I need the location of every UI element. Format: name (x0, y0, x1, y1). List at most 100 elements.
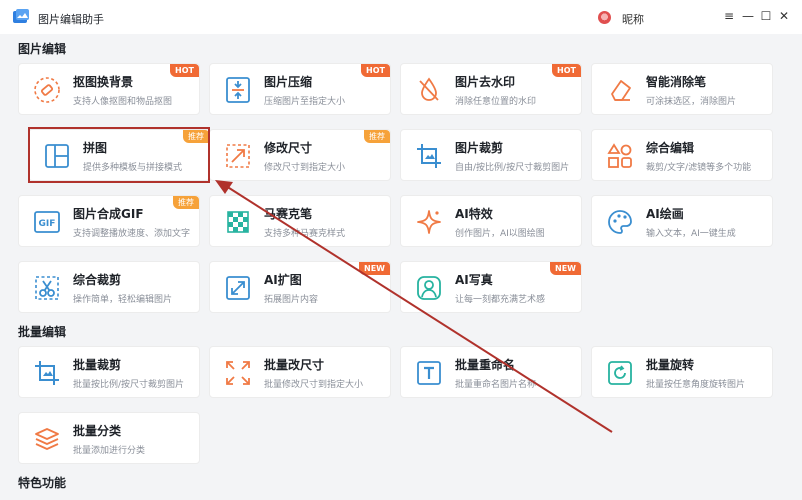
shapes-icon (607, 143, 632, 168)
collage-icon (45, 144, 69, 168)
tool-desc: 提供多种模板与拼接模式 (83, 163, 183, 173)
section-title-batch: 批量编辑 (18, 325, 67, 339)
tool-name: AI特效 (455, 207, 493, 221)
new-badge: NEW (359, 262, 390, 275)
tool-name: 智能消除笔 (646, 75, 707, 89)
tool-desc: 输入文本，AI一键生成 (646, 229, 736, 239)
tool-name: 图片去水印 (455, 75, 516, 89)
tool-name: AI绘画 (646, 207, 684, 221)
batch-rotate-icon (608, 361, 632, 385)
recommend-badge: 推荐 (173, 196, 199, 209)
batch-rename-icon (417, 361, 441, 385)
tool-card-collage[interactable]: 拼图 提供多种模板与拼接模式 推荐 (28, 129, 210, 181)
tool-card-batch-rotate[interactable]: 批量旋转 批量按任意角度旋转图片 (591, 346, 773, 398)
expand-icon (226, 276, 250, 300)
tool-card-batch-rename[interactable]: 批量重命名 批量重命名图片名称 (400, 346, 582, 398)
tool-desc: 创作图片，AI以图绘图 (455, 229, 545, 239)
tool-card-compress[interactable]: 图片压缩 压缩图片至指定大小 HOT (209, 63, 391, 115)
tool-desc: 压缩图片至指定大小 (264, 97, 346, 107)
user-nickname[interactable]: 昵称 (622, 11, 644, 27)
tool-desc: 支持人像抠图和物品抠图 (73, 97, 173, 107)
avatar[interactable] (598, 11, 611, 24)
tool-desc: 批量修改尺寸到指定大小 (264, 380, 364, 390)
portrait-icon (417, 276, 441, 300)
batch-crop-icon (35, 361, 59, 385)
scissors-icon (35, 276, 59, 300)
tool-name: 批量旋转 (646, 358, 695, 372)
tool-card-batch-resize[interactable]: 批量改尺寸 批量修改尺寸到指定大小 (209, 346, 391, 398)
tool-name: 图片压缩 (264, 75, 313, 89)
tool-desc: 可涂抹选区，消除图片 (646, 97, 737, 107)
tool-name: 批量分类 (73, 424, 122, 438)
tool-card-smart-eraser[interactable]: 智能消除笔 可涂抹选区，消除图片 (591, 63, 773, 115)
sparkle-icon (417, 210, 441, 234)
tool-name: 修改尺寸 (264, 141, 313, 155)
tool-name: 图片合成GIF (73, 207, 144, 221)
tool-name: 拼图 (83, 141, 108, 155)
tool-desc: 修改尺寸到指定大小 (264, 163, 346, 173)
tool-name: 抠图换背景 (73, 75, 134, 89)
tool-desc: 自由/按比例/按尺寸裁剪图片 (455, 163, 570, 173)
tool-name: 图片裁剪 (455, 141, 504, 155)
tool-name: AI写真 (455, 273, 493, 287)
tool-card-comprehensive-crop[interactable]: 综合裁剪 操作简单，轻松编辑图片 (18, 261, 200, 313)
tool-card-ai-painting[interactable]: AI绘画 输入文本，AI一键生成 (591, 195, 773, 247)
tool-card-comprehensive-edit[interactable]: 综合编辑 裁剪/文字/滤镜等多个功能 (591, 129, 773, 181)
minimize-icon[interactable]: — (741, 9, 755, 23)
svg-text:GIF: GIF (39, 219, 56, 229)
title-bar: 图片编辑助手 昵称 ≡ — ☐ ✕ (0, 0, 802, 34)
hot-badge: HOT (361, 64, 390, 77)
tool-card-cutout[interactable]: 抠图换背景 支持人像抠图和物品抠图 HOT (18, 63, 200, 115)
tool-card-mosaic[interactable]: 马赛克笔 支持多种马赛克样式 (209, 195, 391, 247)
hot-badge: HOT (170, 64, 199, 77)
tool-card-watermark[interactable]: 图片去水印 消除任意位置的水印 HOT (400, 63, 582, 115)
close-icon[interactable]: ✕ (777, 9, 791, 23)
app-logo-icon (13, 9, 29, 23)
tool-desc: 让每一刻都充满艺术感 (455, 295, 546, 305)
recommend-badge: 推荐 (364, 130, 390, 143)
tool-name: 批量重命名 (455, 358, 516, 372)
app-title: 图片编辑助手 (38, 13, 104, 26)
section-title-special: 特色功能 (18, 476, 67, 490)
tool-card-ai-portrait[interactable]: AI写真 让每一刻都充满艺术感 NEW (400, 261, 582, 313)
tool-desc: 批量按比例/按尺寸裁剪图片 (73, 380, 185, 390)
tool-desc: 支持多种马赛克样式 (264, 229, 346, 239)
batch-resize-icon (226, 361, 250, 385)
palette-icon (608, 210, 632, 234)
tool-desc: 拓展图片内容 (264, 295, 319, 305)
tool-desc: 批量重命名图片名称 (455, 380, 537, 390)
recommend-badge: 推荐 (183, 130, 209, 143)
eraser-icon (34, 77, 60, 103)
tool-card-ai-expand[interactable]: AI扩图 拓展图片内容 NEW (209, 261, 391, 313)
maximize-icon[interactable]: ☐ (759, 9, 773, 23)
tool-name: 综合裁剪 (73, 273, 122, 287)
tool-card-batch-sort[interactable]: 批量分类 批量添加进行分类 (18, 412, 200, 464)
mosaic-icon (227, 211, 249, 233)
smart-eraser-icon (611, 80, 631, 101)
crop-icon (417, 144, 441, 168)
new-badge: NEW (550, 262, 581, 275)
resize-icon (226, 144, 250, 168)
tool-card-batch-crop[interactable]: 批量裁剪 批量按比例/按尺寸裁剪图片 (18, 346, 200, 398)
tool-desc: 操作简单，轻松编辑图片 (73, 295, 173, 305)
tool-card-gif[interactable]: GIF 图片合成GIF 支持调整播放速度、添加文字 推荐 (18, 195, 200, 247)
tool-name: AI扩图 (264, 273, 302, 287)
tool-card-crop[interactable]: 图片裁剪 自由/按比例/按尺寸裁剪图片 (400, 129, 582, 181)
tool-desc: 批量按任意角度旋转图片 (646, 380, 746, 390)
batch-sort-icon (35, 428, 59, 450)
drop-slash-icon (419, 77, 439, 101)
menu-icon[interactable]: ≡ (722, 9, 736, 23)
hot-badge: HOT (552, 64, 581, 77)
gif-icon: GIF (34, 211, 60, 233)
tool-name: 批量改尺寸 (264, 358, 325, 372)
tool-desc: 批量添加进行分类 (73, 446, 146, 456)
tool-name: 马赛克笔 (264, 207, 313, 221)
tool-desc: 裁剪/文字/滤镜等多个功能 (646, 163, 752, 173)
tool-desc: 支持调整播放速度、添加文字 (73, 229, 191, 239)
tool-name: 批量裁剪 (73, 358, 122, 372)
tool-card-resize[interactable]: 修改尺寸 修改尺寸到指定大小 推荐 (209, 129, 391, 181)
section-title-edit: 图片编辑 (18, 42, 67, 56)
tool-desc: 消除任意位置的水印 (455, 97, 537, 107)
tool-card-ai-effects[interactable]: AI特效 创作图片，AI以图绘图 (400, 195, 582, 247)
compress-icon (226, 77, 250, 103)
